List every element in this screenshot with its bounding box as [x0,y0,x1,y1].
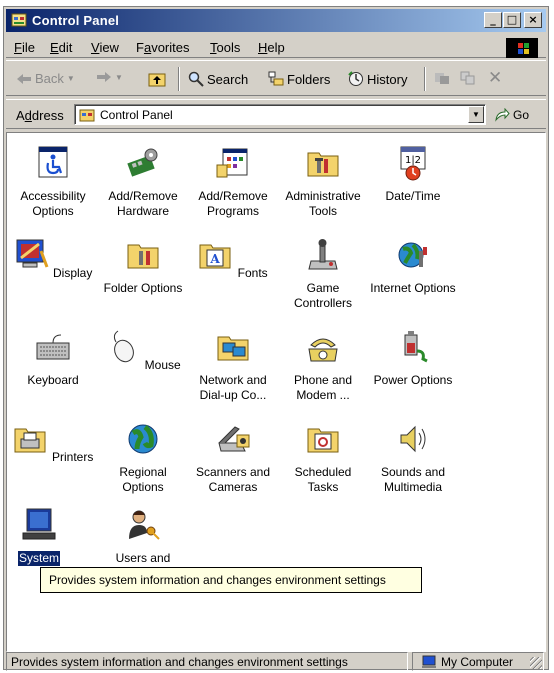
up-folder-icon [148,73,166,87]
item-network-dialup[interactable]: Network and Dial-up Co... [189,329,277,403]
window-title: Control Panel [32,13,120,28]
menu-favorites[interactable]: Favorites [136,40,189,55]
delete-button[interactable]: ✕ [488,68,502,88]
status-bar: Provides system information and changes … [6,651,546,671]
back-button[interactable]: Back ▼ [16,71,75,86]
item-mouse[interactable]: Mouse [99,329,187,373]
forward-button[interactable]: ▼ [96,71,123,83]
printers-icon [14,428,46,453]
folder-options-icon [127,244,159,269]
item-display[interactable]: Display [9,237,97,281]
forward-dropdown-icon[interactable]: ▼ [115,73,123,82]
users-passwords-icon [129,510,160,540]
accessibility-icon [38,146,68,178]
item-game-controllers[interactable]: Game Controllers [279,237,367,311]
game-controllers-icon [308,239,338,270]
address-bar: Address Control Panel ▼ Go [6,99,546,129]
display-icon [16,239,49,268]
go-button[interactable]: Go [494,108,529,122]
item-administrative-tools[interactable]: Administrative Tools [279,145,367,219]
item-add-remove-programs[interactable]: Add/Remove Programs [189,145,277,219]
svg-text:1|2: 1|2 [405,155,421,166]
svg-text:A: A [210,252,221,266]
move-to-button[interactable] [434,71,450,85]
menu-file[interactable]: File [14,40,35,55]
search-button[interactable]: Search [188,71,248,87]
move-to-icon [435,73,449,84]
item-scheduled-tasks[interactable]: Scheduled Tasks [279,421,367,495]
regional-options-icon [128,424,158,454]
windows-logo-icon [506,38,538,58]
go-arrow-icon [495,108,510,122]
scanners-cameras-icon [218,426,250,452]
control-panel-items-view[interactable]: Accessibility Options Add/Remove Hardwar… [6,132,546,652]
power-options-icon [404,331,428,363]
copy-to-button[interactable] [460,71,476,85]
folders-button[interactable]: Folders [268,71,330,87]
phone-modem-icon [308,338,338,362]
item-system[interactable]: System [9,507,69,566]
maximize-button[interactable]: □ [503,12,521,28]
item-date-time[interactable]: 1|2 Date/Time [369,145,457,204]
date-time-icon: 1|2 [400,146,426,181]
item-keyboard[interactable]: Keyboard [9,329,97,388]
menu-help[interactable]: Help [258,40,285,55]
network-icon [217,336,249,361]
address-dropdown-button[interactable]: ▼ [468,106,484,123]
item-accessibility-options[interactable]: Accessibility Options [9,145,97,219]
up-button[interactable] [148,71,166,87]
resize-grip[interactable] [530,657,542,669]
administrative-tools-icon [307,152,339,177]
system-tooltip: Provides system information and changes … [40,567,422,593]
sounds-multimedia-icon [400,425,426,453]
search-icon [188,71,204,87]
mouse-icon [114,330,135,363]
close-button[interactable]: × [524,12,542,28]
fonts-icon: A [199,244,231,269]
copy-to-icon [460,71,475,85]
item-users-passwords[interactable]: Users and [99,507,187,566]
my-computer-icon [422,655,436,668]
status-zone: My Computer [412,652,544,671]
status-text: Provides system information and changes … [6,652,408,671]
folders-icon [268,71,284,86]
delete-x-icon: ✕ [488,68,503,87]
add-remove-programs-icon [216,148,248,178]
title-bar[interactable]: Control Panel _ □ × [6,9,546,32]
control-panel-folder-icon [79,109,95,122]
item-fonts[interactable]: A Fonts [189,237,277,281]
item-sounds-multimedia[interactable]: Sounds and Multimedia [369,421,457,495]
forward-arrow-icon [97,72,111,82]
history-icon [348,71,363,86]
item-power-options[interactable]: Power Options [369,329,457,388]
control-panel-icon [11,13,27,27]
system-icon [22,508,56,540]
item-add-remove-hardware[interactable]: Add/Remove Hardware [99,145,187,219]
item-scanners-cameras[interactable]: Scanners and Cameras [189,421,277,495]
add-remove-hardware-icon [127,148,158,177]
internet-options-icon [398,242,427,268]
item-printers[interactable]: Printers [9,421,97,465]
item-folder-options[interactable]: Folder Options [99,237,187,296]
history-button[interactable]: History [348,71,407,87]
control-panel-window: Control Panel _ □ × File Edit View Favor… [3,6,549,671]
item-regional-options[interactable]: Regional Options [99,421,187,495]
back-arrow-icon [17,73,31,84]
address-input[interactable]: Control Panel ▼ [74,104,486,125]
back-dropdown-icon[interactable]: ▼ [67,74,75,83]
menu-bar: File Edit View Favorites Tools Help [6,36,546,58]
address-label: Address [16,108,64,123]
item-internet-options[interactable]: Internet Options [369,237,457,296]
keyboard-icon [36,334,70,360]
standard-toolbar: Back ▼ ▼ Search Folders History ✕ [6,60,546,96]
menu-view[interactable]: View [91,40,119,55]
minimize-button[interactable]: _ [484,12,502,28]
menu-edit[interactable]: Edit [50,40,72,55]
menu-tools[interactable]: Tools [210,40,240,55]
item-phone-modem[interactable]: Phone and Modem ... [279,329,367,403]
scheduled-tasks-icon [307,428,339,453]
